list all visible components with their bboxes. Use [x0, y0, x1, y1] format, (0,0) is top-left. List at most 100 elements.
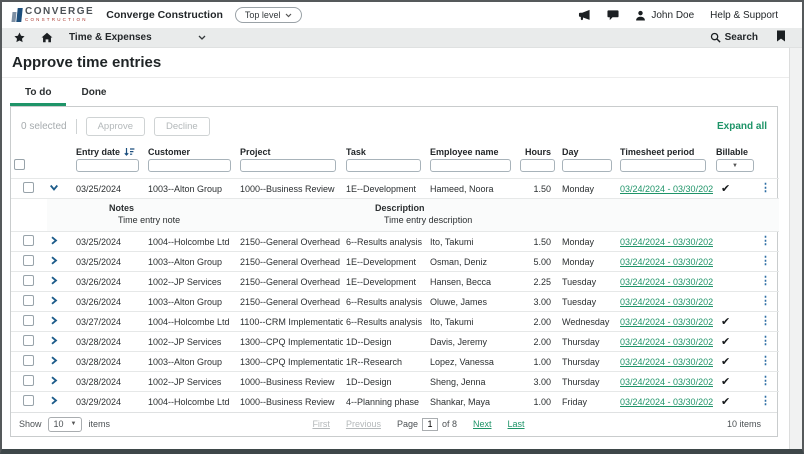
expand-row-icon[interactable] — [50, 183, 58, 192]
expand-row-icon[interactable] — [50, 316, 58, 325]
messages-icon[interactable] — [607, 9, 619, 21]
expand-row-icon[interactable] — [50, 356, 58, 365]
tab-done[interactable]: Done — [66, 81, 121, 106]
sort-descending-icon[interactable] — [124, 147, 135, 157]
row-menu-icon[interactable]: ⋮ — [760, 395, 771, 407]
decline-button[interactable]: Decline — [154, 117, 210, 136]
timesheet-period-link[interactable]: 03/24/2024 - 03/30/2024 — [620, 337, 713, 347]
customer-cell: 1004--Holcombe Ltd — [145, 312, 237, 332]
description-value: Time entry description — [375, 215, 472, 225]
project-cell: 1000--Business Review — [237, 179, 343, 199]
filter-employee[interactable] — [430, 159, 511, 172]
row-checkbox[interactable] — [23, 395, 34, 406]
column-header-period[interactable]: Timesheet period — [617, 145, 713, 158]
row-menu-icon[interactable]: ⋮ — [760, 295, 771, 307]
customer-cell: 1003--Alton Group — [145, 292, 237, 312]
tab-to-do[interactable]: To do — [10, 81, 66, 106]
row-menu-icon[interactable]: ⋮ — [760, 335, 771, 347]
help-support-link[interactable]: Help & Support — [710, 10, 778, 21]
scope-selector[interactable]: Top level — [235, 7, 303, 23]
select-all-checkbox[interactable] — [14, 159, 25, 170]
filter-period[interactable] — [620, 159, 706, 172]
entry-date-cell: 03/25/2024 — [73, 252, 145, 272]
filter-billable-dropdown[interactable]: ▼ — [716, 159, 754, 172]
task-cell: 4--Planning phase — [343, 392, 427, 412]
column-header-day[interactable]: Day — [559, 145, 617, 158]
timesheet-period-link[interactable]: 03/24/2024 - 03/30/2024 — [620, 317, 713, 327]
billable-check-icon — [713, 252, 757, 272]
filter-hours[interactable] — [520, 159, 555, 172]
row-menu-icon[interactable]: ⋮ — [760, 315, 771, 327]
row-menu-icon[interactable]: ⋮ — [760, 182, 771, 194]
expand-row-icon[interactable] — [50, 396, 58, 405]
row-checkbox[interactable] — [23, 335, 34, 346]
day-cell: Friday — [559, 392, 617, 412]
column-header-task[interactable]: Task — [343, 145, 427, 158]
filter-task[interactable] — [346, 159, 421, 172]
nav-menu-time-expenses[interactable]: Time & Expenses — [69, 32, 206, 43]
row-menu-icon[interactable]: ⋮ — [760, 255, 771, 267]
row-checkbox[interactable] — [23, 315, 34, 326]
day-cell: Monday — [559, 179, 617, 199]
expand-row-icon[interactable] — [50, 296, 58, 305]
first-page-link[interactable]: First — [312, 419, 330, 429]
expand-row-icon[interactable] — [50, 236, 58, 245]
user-menu[interactable]: John Doe — [635, 10, 694, 21]
home-icon[interactable] — [41, 32, 53, 43]
timesheet-period-link[interactable]: 03/24/2024 - 03/30/2024 — [620, 237, 713, 247]
column-header-customer[interactable]: Customer — [145, 145, 237, 158]
expand-row-icon[interactable] — [50, 336, 58, 345]
employee-cell: Davis, Jeremy — [427, 332, 517, 352]
expand-row-icon[interactable] — [50, 376, 58, 385]
expand-row-icon[interactable] — [50, 276, 58, 285]
row-checkbox[interactable] — [23, 355, 34, 366]
row-checkbox[interactable] — [23, 295, 34, 306]
table-row: 03/26/2024 1002--JP Services 2150--Gener… — [11, 272, 779, 292]
announcements-icon[interactable] — [578, 9, 591, 21]
row-checkbox[interactable] — [23, 255, 34, 266]
previous-page-link[interactable]: Previous — [346, 419, 381, 429]
favorites-star-icon[interactable] — [14, 32, 25, 43]
next-page-link[interactable]: Next — [473, 419, 492, 429]
timesheet-period-link[interactable]: 03/24/2024 - 03/30/2024 — [620, 184, 713, 194]
row-menu-icon[interactable]: ⋮ — [760, 235, 771, 247]
page-size-select[interactable]: 10 ▼ — [48, 417, 83, 432]
row-checkbox[interactable] — [23, 235, 34, 246]
timesheet-period-link[interactable]: 03/24/2024 - 03/30/2024 — [620, 257, 713, 267]
timesheet-period-link[interactable]: 03/24/2024 - 03/30/2024 — [620, 297, 713, 307]
filter-day[interactable] — [562, 159, 612, 172]
expand-row-icon[interactable] — [50, 256, 58, 265]
notes-label: Notes — [109, 203, 375, 213]
timesheet-period-link[interactable]: 03/24/2024 - 03/30/2024 — [620, 277, 713, 287]
timesheet-period-link[interactable]: 03/24/2024 - 03/30/2024 — [620, 357, 713, 367]
column-header-employee[interactable]: Employee name — [427, 145, 517, 158]
expand-all-link[interactable]: Expand all — [717, 121, 767, 132]
logo-bars-icon — [12, 7, 22, 22]
timesheet-period-link[interactable]: 03/24/2024 - 03/30/2024 — [620, 377, 713, 387]
filter-project[interactable] — [240, 159, 336, 172]
bookmark-icon[interactable] — [776, 29, 786, 47]
row-menu-icon[interactable]: ⋮ — [760, 375, 771, 387]
filter-entry-date[interactable] — [76, 159, 139, 172]
timesheet-period-link[interactable]: 03/24/2024 - 03/30/2024 — [620, 397, 713, 407]
day-cell: Thursday — [559, 332, 617, 352]
entry-date-cell: 03/25/2024 — [73, 179, 145, 199]
filter-customer[interactable] — [148, 159, 231, 172]
column-header-project[interactable]: Project — [237, 145, 343, 158]
vertical-scrollbar[interactable] — [789, 48, 802, 449]
approve-button[interactable]: Approve — [86, 117, 145, 136]
column-header-hours[interactable]: Hours — [517, 145, 559, 158]
column-header-billable[interactable]: Billable — [713, 145, 757, 158]
project-cell: 1100--CRM Implementation — [237, 312, 343, 332]
hours-cell: 1.50 — [517, 179, 559, 199]
row-checkbox[interactable] — [23, 375, 34, 386]
row-menu-icon[interactable]: ⋮ — [760, 275, 771, 287]
page-number-input[interactable] — [422, 418, 438, 431]
last-page-link[interactable]: Last — [508, 419, 525, 429]
row-checkbox[interactable] — [23, 182, 34, 193]
search-button[interactable]: Search — [710, 32, 758, 43]
column-header-entry-date[interactable]: Entry date — [73, 145, 145, 158]
row-checkbox[interactable] — [23, 275, 34, 286]
customer-cell: 1003--Alton Group — [145, 352, 237, 372]
row-menu-icon[interactable]: ⋮ — [760, 355, 771, 367]
